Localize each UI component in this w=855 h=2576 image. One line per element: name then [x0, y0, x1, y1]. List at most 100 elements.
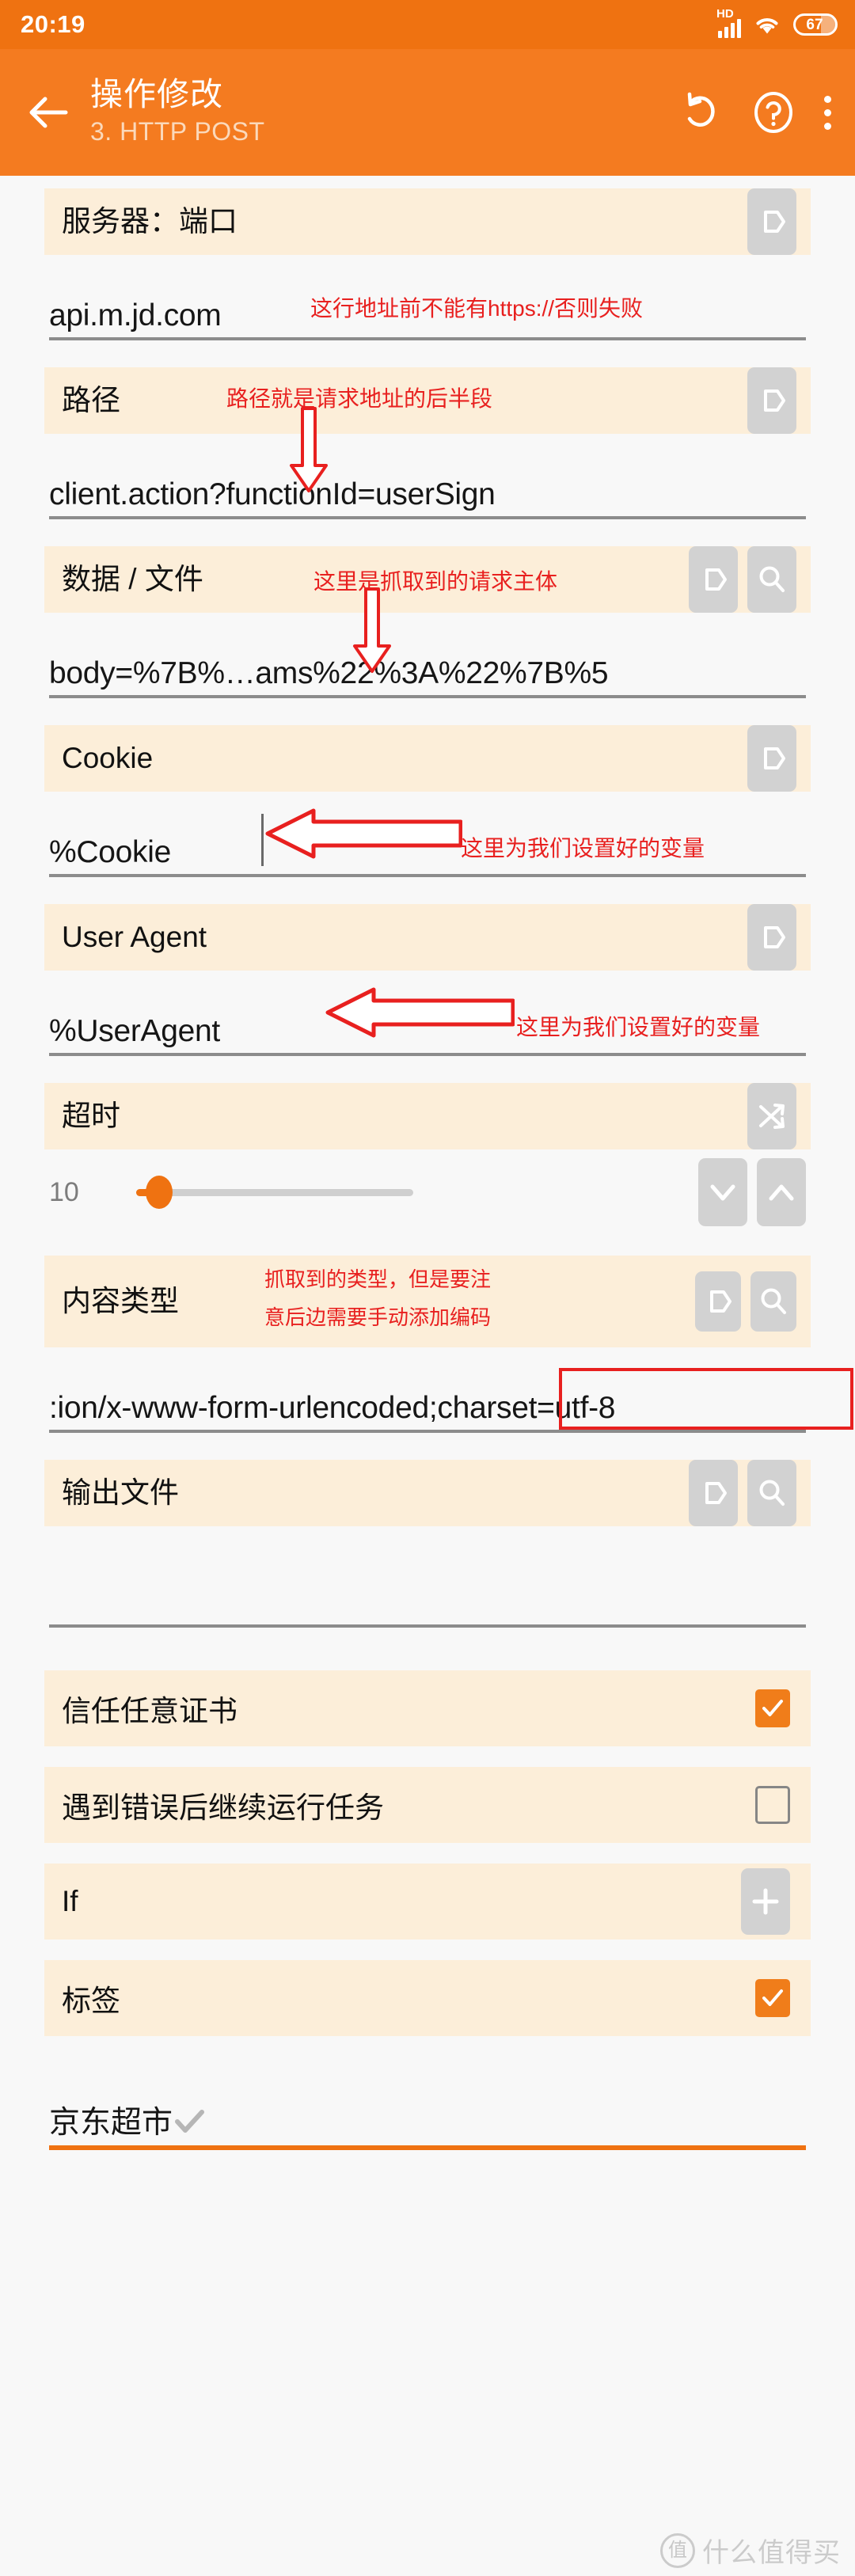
field-timeout: 超时 10 [0, 1083, 855, 1235]
content-type-search-button[interactable] [750, 1271, 796, 1332]
checkbox-checked[interactable] [755, 1689, 790, 1727]
undo-icon [687, 92, 715, 127]
server-port-underline [49, 337, 806, 340]
content-type-annotation-line2: 意后边需要手动添加编码 [264, 1305, 492, 1329]
back-button[interactable] [19, 84, 76, 141]
content-type-label-bar: 内容类型 抓取到的类型，但是要注 意后边需要手动添加编码 [44, 1256, 811, 1347]
user-agent-label: User Agent [62, 920, 207, 953]
output-file-value-row[interactable] [49, 1526, 806, 1628]
tag-check-icon [175, 2110, 205, 2133]
toggle-continue-on-error[interactable]: 遇到错误后继续运行任务 [44, 1767, 811, 1843]
timeout-slider[interactable] [125, 1176, 674, 1209]
server-port-annotation: 这行地址前不能有https://否则失败 [310, 295, 644, 321]
timeout-decrease-button[interactable] [698, 1158, 747, 1226]
tag-value-row[interactable]: 京东超市 [49, 2071, 806, 2150]
output-file-underline [49, 1624, 806, 1628]
overflow-menu-icon [823, 95, 831, 103]
cookie-value-row[interactable]: %Cookie 这里为我们设置好的变量 [49, 792, 806, 877]
server-port-label: 服务器：端口 [62, 204, 238, 237]
status-icons: HD 67 [716, 8, 838, 38]
data-file-search-button[interactable] [747, 546, 796, 613]
tag-value-text: 京东超市 [49, 2106, 173, 2140]
path-variable-button[interactable] [747, 367, 796, 434]
tag-value: 京东超市 [49, 2098, 206, 2142]
app-bar: 操作修改 3. HTTP POST [0, 49, 855, 176]
timeout-value: 10 [49, 1176, 79, 1207]
data-file-value-row[interactable]: body=%7B%…ams%22%3A%22%7B%5 [49, 613, 806, 698]
timeout-shuffle-button[interactable] [747, 1083, 796, 1149]
user-agent-variable-button[interactable] [747, 904, 796, 971]
status-clock: 20:19 [21, 10, 86, 38]
wifi-icon [754, 14, 781, 35]
slider-thumb[interactable] [146, 1176, 173, 1209]
check-icon [762, 1700, 783, 1716]
path-value-row[interactable]: client.action?functionId=userSign [49, 434, 806, 519]
output-file-label: 输出文件 [62, 1476, 179, 1509]
toggle-label: 信任任意证书 [62, 1695, 238, 1727]
help-button[interactable] [750, 89, 796, 135]
field-data-file: 数据 / 文件 这里是抓取到的请求主体 body=%7B%…ams%22%3A%… [0, 546, 855, 698]
undo-button[interactable] [678, 89, 724, 135]
toggle-trust-any-certificate[interactable]: 信任任意证书 [44, 1670, 811, 1746]
server-port-label-bar: 服务器：端口 [44, 188, 811, 255]
cookie-variable-button[interactable] [747, 725, 796, 792]
cookie-underline [49, 874, 806, 877]
overflow-menu-button[interactable] [823, 92, 831, 133]
help-icon [754, 92, 792, 133]
if-label: If [62, 1885, 78, 1917]
status-bar: 20:19 HD 67 [0, 0, 855, 49]
data-file-value: body=%7B%…ams%22%3A%22%7B%5 [49, 656, 609, 691]
server-port-value-row[interactable]: api.m.jd.com 这行地址前不能有https://否则失败 [49, 255, 806, 340]
data-file-underline [49, 695, 806, 698]
path-annotation: 路径就是请求地址的后半段 [226, 386, 493, 411]
search-icon [759, 566, 785, 592]
search-icon [761, 1288, 786, 1314]
app-bar-titles: 操作修改 3. HTTP POST [90, 76, 265, 148]
variable-tag-icon [764, 926, 785, 948]
path-label: 路径 [62, 383, 120, 416]
content-type-variable-button[interactable] [695, 1271, 741, 1332]
checkbox-checked[interactable] [755, 1979, 790, 2017]
variable-tag-icon [705, 1482, 727, 1504]
path-label-bar: 路径 路径就是请求地址的后半段 [44, 367, 811, 434]
chevron-up-icon [769, 1184, 794, 1201]
toggle-label: 遇到错误后继续运行任务 [62, 1791, 384, 1824]
checkbox-unchecked[interactable] [755, 1786, 790, 1824]
add-condition-button[interactable] [741, 1868, 790, 1935]
output-file-search-button[interactable] [747, 1460, 796, 1526]
field-server-port: 服务器：端口 api.m.jd.com 这行地址前不能有https://否则失败 [0, 188, 855, 340]
data-file-variable-button[interactable] [689, 546, 738, 613]
user-agent-value-row[interactable]: %UserAgent 这里为我们设置好的变量 [49, 971, 806, 1056]
field-cookie: Cookie %Cookie 这里为我们设置好的变量 [0, 725, 855, 877]
watermark-text: 什么值得买 [702, 2538, 841, 2568]
check-icon [762, 1989, 783, 2006]
toggle-label-enabled[interactable]: 标签 [44, 1960, 811, 2036]
row-if-condition[interactable]: If [44, 1864, 811, 1940]
content-type-annotation-line1: 抓取到的类型，但是要注 [264, 1267, 492, 1291]
timeout-label-bar: 超时 [44, 1083, 811, 1149]
field-output-file: 输出文件 [0, 1460, 855, 1628]
watermark-badge: 值 [660, 2532, 695, 2568]
battery-icon: 67 [793, 13, 838, 36]
cookie-annotation-arrow [265, 808, 462, 859]
content-type-value-row[interactable]: :ion/x-www-form-urlencoded;charset=utf-8 [49, 1347, 853, 1433]
server-port-value: api.m.jd.com [49, 298, 222, 333]
user-agent-annotation-arrow [325, 987, 515, 1038]
output-file-variable-button[interactable] [689, 1460, 738, 1526]
path-underline [49, 516, 806, 519]
user-agent-label-bar: User Agent [44, 904, 811, 971]
server-port-variable-button[interactable] [747, 188, 796, 255]
app-bar-actions [678, 89, 831, 135]
cellular-signal-icon: HD [716, 8, 741, 38]
text-cursor [261, 814, 264, 866]
cookie-value: %Cookie [49, 835, 171, 870]
user-agent-annotation: 这里为我们设置好的变量 [516, 1014, 761, 1039]
battery-percent: 67 [806, 16, 823, 33]
timeout-slider-row[interactable]: 10 [49, 1149, 806, 1235]
chevron-down-icon [710, 1184, 735, 1201]
user-agent-value: %UserAgent [49, 1014, 220, 1049]
search-icon [759, 1480, 785, 1506]
timeout-increase-button[interactable] [757, 1158, 806, 1226]
path-value: client.action?functionId=userSign [49, 477, 496, 512]
data-file-annotation: 这里是抓取到的请求主体 [314, 569, 558, 594]
